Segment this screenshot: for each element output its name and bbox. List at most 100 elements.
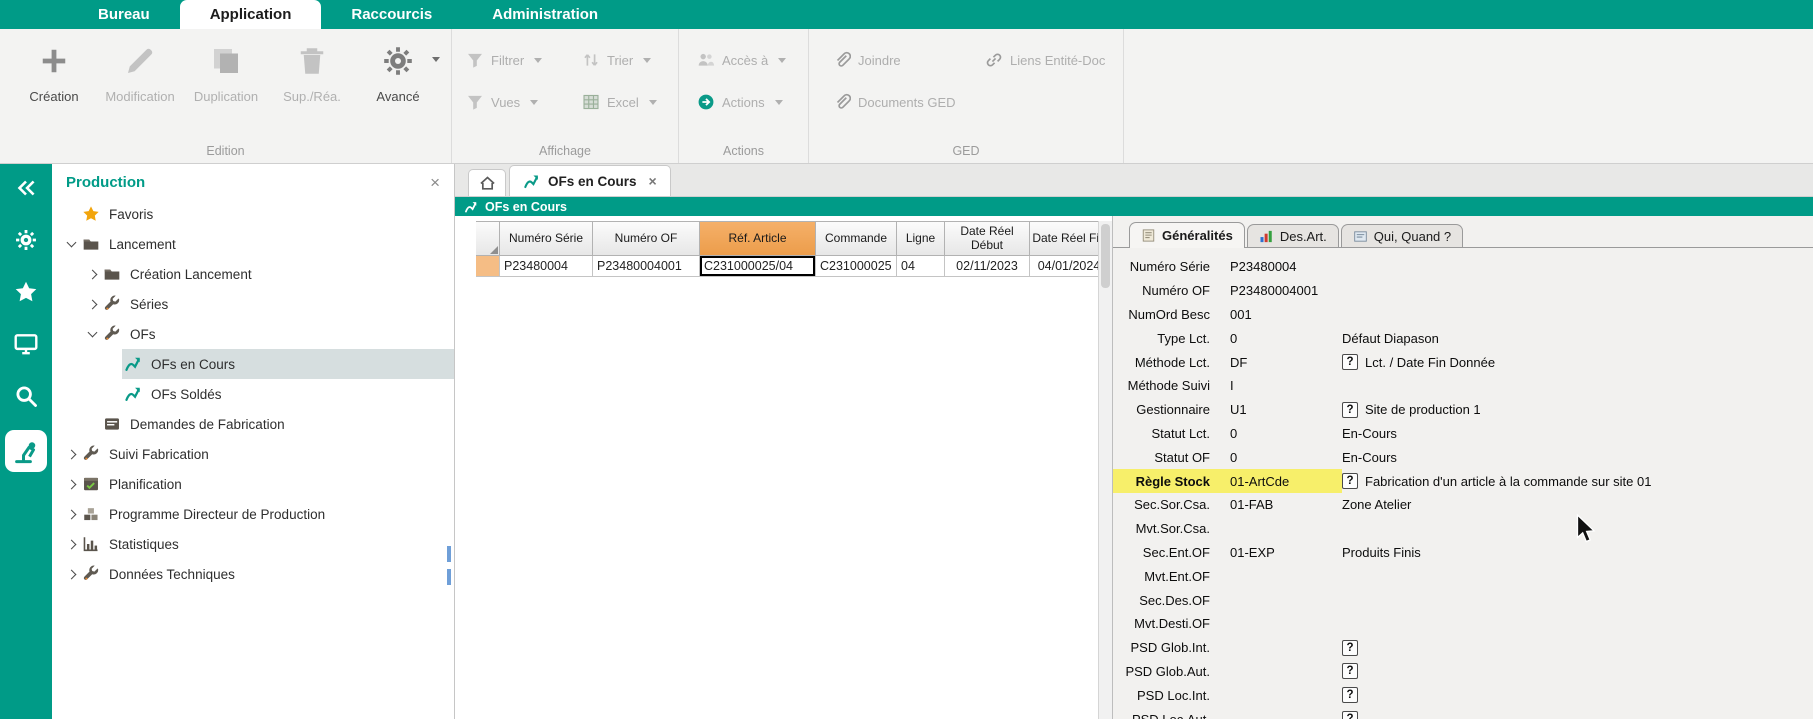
tree-chevron-icon[interactable]	[62, 242, 80, 246]
nav-close-button[interactable]: ×	[430, 174, 440, 191]
nav-tree-item[interactable]: Demandes de Fabrication	[52, 409, 454, 439]
nav-tree-item[interactable]: OFs	[52, 319, 454, 349]
field-value[interactable]: 0	[1230, 331, 1342, 346]
grid-cell[interactable]: P23480004001	[593, 256, 700, 277]
field-value[interactable]: 01-EXP	[1230, 545, 1342, 560]
tree-chevron-icon[interactable]	[83, 271, 101, 278]
ribbon-button[interactable]: Accès à	[697, 51, 808, 69]
field-value[interactable]: 01-ArtCde	[1230, 474, 1342, 489]
help-button[interactable]: ?	[1342, 402, 1358, 418]
ribbon-button[interactable]: Création	[16, 39, 92, 104]
nav-tree-item[interactable]: Programme Directeur de Production	[52, 499, 454, 529]
nav-tree-item[interactable]: Favoris	[52, 199, 454, 229]
dropdown-caret-icon	[649, 100, 657, 105]
field-label: Sec.Des.OF	[1117, 593, 1210, 608]
help-button[interactable]: ?	[1342, 711, 1358, 719]
nav-tree-item[interactable]: Séries	[52, 289, 454, 319]
detail-tab[interactable]: Des.Art.	[1247, 224, 1339, 247]
tab-ofs-en-cours[interactable]: OFs en Cours ×	[509, 165, 671, 196]
ribbon-button[interactable]: Avancé	[360, 39, 436, 104]
grid-cell[interactable]: C231000025/04	[700, 256, 816, 277]
sidebar-icon-button[interactable]	[12, 174, 40, 202]
field-label: PSD Glob.Aut.	[1117, 664, 1210, 679]
help-button[interactable]: ?	[1342, 663, 1358, 679]
tree-chevron-icon[interactable]	[62, 511, 80, 518]
nav-tree-item[interactable]: Lancement	[52, 229, 454, 259]
ribbon-button[interactable]: Documents GED	[833, 93, 985, 111]
nav-tree-item[interactable]: Création Lancement	[52, 259, 454, 289]
menu-tab[interactable]: Application	[180, 0, 322, 29]
detail-tab[interactable]: Généralités	[1129, 222, 1245, 248]
grid-column-header[interactable]: Commande	[816, 221, 897, 256]
ribbon-button[interactable]: Modification	[102, 39, 178, 104]
nav-tree-item[interactable]: OFs Soldés	[52, 379, 454, 409]
field-value[interactable]: 0	[1230, 450, 1342, 465]
nav-tree-item[interactable]: Statistiques	[52, 529, 454, 559]
grid-cell[interactable]: 04	[897, 256, 945, 277]
detail-tab-label: Qui, Quand ?	[1374, 229, 1451, 244]
help-button[interactable]: ?	[1342, 687, 1358, 703]
tab-close-button[interactable]: ×	[649, 173, 657, 189]
nav-scrollbar-mark[interactable]	[447, 546, 451, 562]
tree-chevron-icon[interactable]	[83, 301, 101, 308]
help-button[interactable]: ?	[1342, 473, 1358, 489]
grid-cell[interactable]	[476, 256, 500, 277]
ribbon-button[interactable]: Excel	[582, 93, 678, 111]
ribbon-button[interactable]: Joindre	[833, 51, 985, 69]
field-value[interactable]: DF	[1230, 355, 1342, 370]
nav-tree-item[interactable]: Suivi Fabrication	[52, 439, 454, 469]
grid-column-header[interactable]: Numéro OF	[593, 221, 700, 256]
ribbon-button[interactable]: Filtrer	[466, 51, 582, 69]
grid-column-header[interactable]: Ligne	[897, 221, 945, 256]
help-button[interactable]: ?	[1342, 354, 1358, 370]
tree-chevron-icon[interactable]	[62, 481, 80, 488]
sidebar-icon-button[interactable]	[12, 330, 40, 358]
grid-column-header[interactable]: Date Réel Début	[945, 221, 1030, 256]
ribbon-button-label: Modification	[105, 89, 174, 104]
menu-tab[interactable]: Raccourcis	[321, 0, 462, 29]
people-icon	[697, 51, 715, 69]
nav-scrollbar-mark[interactable]	[447, 569, 451, 585]
sidebar-icon-button[interactable]	[12, 278, 40, 306]
scrollbar-thumb[interactable]	[1101, 224, 1110, 288]
ribbon-button[interactable]: Vues	[466, 93, 582, 111]
ribbon-button[interactable]: Liens Entité-Doc	[985, 51, 1123, 69]
sidebar-icon-button[interactable]	[12, 382, 40, 410]
grid-column-header[interactable]: Numéro Série	[500, 221, 593, 256]
ribbon-button[interactable]: Sup./Réa.	[274, 39, 350, 104]
grid-cell[interactable]: 02/11/2023	[945, 256, 1030, 277]
field-value[interactable]: U1	[1230, 402, 1342, 417]
folder-icon	[82, 235, 100, 253]
ribbon-button[interactable]: Duplication	[188, 39, 264, 104]
grid-column-header[interactable]	[476, 221, 500, 256]
field-value[interactable]: 01-FAB	[1230, 497, 1342, 512]
field-value[interactable]: I	[1230, 378, 1342, 393]
top-menu-bar: Bureau Application Raccourcis Administra…	[0, 0, 1813, 29]
field-value[interactable]: P23480004001	[1230, 283, 1342, 298]
grid-column-header[interactable]: Réf. Article	[700, 221, 816, 256]
plus-icon	[36, 43, 72, 79]
nav-item-label: Programme Directeur de Production	[109, 507, 325, 522]
tree-chevron-icon[interactable]	[62, 541, 80, 548]
tree-chevron-icon[interactable]	[83, 332, 101, 336]
nav-tree-item[interactable]: Planification	[52, 469, 454, 499]
field-value[interactable]: 001	[1230, 307, 1342, 322]
field-value[interactable]: 0	[1230, 426, 1342, 441]
help-button[interactable]: ?	[1342, 640, 1358, 656]
tab-home[interactable]	[468, 169, 506, 196]
ribbon-button[interactable]: Trier	[582, 51, 678, 69]
detail-tab[interactable]: Qui, Quand ?	[1341, 224, 1463, 247]
nav-tree-item[interactable]: OFs en Cours	[52, 349, 454, 379]
field-value[interactable]: P23480004	[1230, 259, 1342, 274]
nav-tree-item[interactable]: Données Techniques	[52, 559, 454, 589]
menu-tab[interactable]: Bureau	[68, 0, 180, 29]
menu-tab[interactable]: Administration	[462, 0, 628, 29]
ribbon-button[interactable]: Actions	[697, 93, 808, 111]
sidebar-icon-button[interactable]	[5, 430, 47, 472]
grid-vertical-scrollbar[interactable]	[1098, 221, 1112, 719]
grid-cell[interactable]: P23480004	[500, 256, 593, 277]
sidebar-icon-button[interactable]	[12, 226, 40, 254]
tree-chevron-icon[interactable]	[62, 571, 80, 578]
grid-cell[interactable]: C231000025	[816, 256, 897, 277]
tree-chevron-icon[interactable]	[62, 451, 80, 458]
